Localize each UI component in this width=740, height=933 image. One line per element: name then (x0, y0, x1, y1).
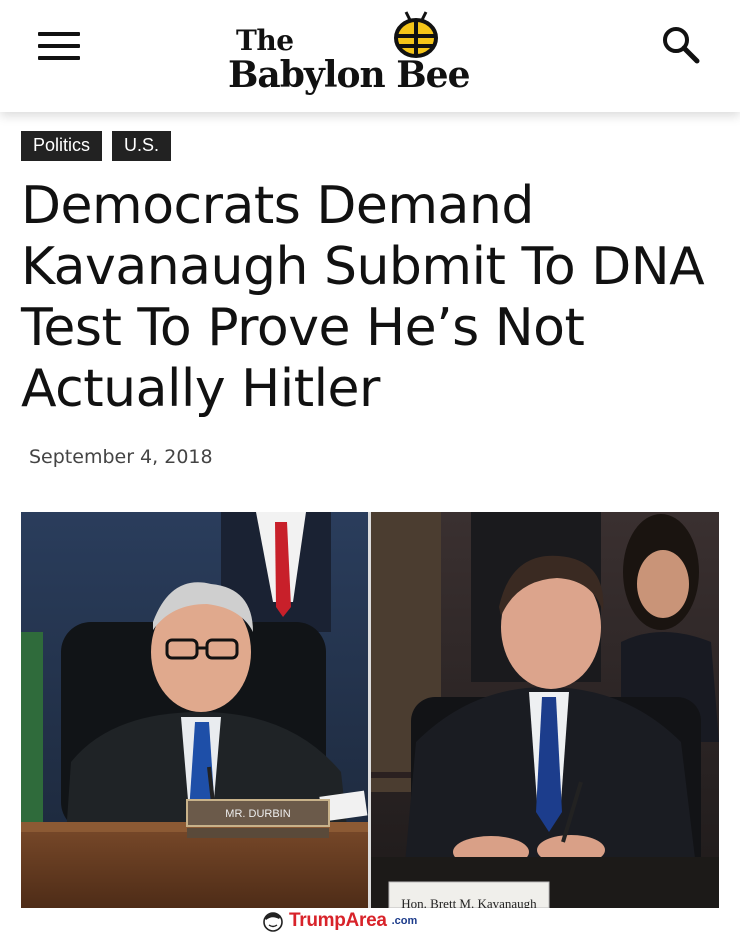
article-photo: MR. DURBIN Hon. Brett M. Kavanaugh (21, 512, 719, 908)
right-photo-panel: Hon. Brett M. Kavanaugh (371, 512, 719, 908)
bee-icon (394, 11, 438, 58)
left-nameplate-text: MR. DURBIN (225, 808, 290, 820)
right-nameplate-text: Hon. Brett M. Kavanaugh (401, 896, 537, 908)
site-logo[interactable]: The Babylon Bee (226, 10, 516, 106)
menu-bar (38, 44, 80, 48)
watermark-brand: TrumpArea (289, 909, 387, 931)
watermark-suffix: .com (391, 914, 418, 927)
trump-face-icon (263, 911, 283, 932)
site-header: The Babylon Bee (0, 0, 740, 112)
left-photo-panel: MR. DURBIN (21, 512, 368, 908)
article-date: September 4, 2018 (29, 446, 213, 468)
hamburger-menu-icon[interactable] (38, 28, 82, 64)
tag-politics[interactable]: Politics (21, 131, 103, 161)
article-headline: Democrats Demand Kavanaugh Submit To DNA… (21, 176, 705, 419)
logo-text-the: The (236, 24, 294, 57)
hearing-photo: MR. DURBIN Hon. Brett M. Kavanaugh (21, 512, 719, 908)
logo-text-babylon-bee: Babylon Bee (228, 54, 470, 96)
category-tags: Politics U.S. (21, 131, 172, 161)
menu-bar (38, 32, 80, 36)
trumparea-watermark: TrumpArea .com (262, 908, 417, 933)
menu-bar (38, 56, 80, 60)
tag-us[interactable]: U.S. (112, 131, 172, 161)
search-icon[interactable] (660, 24, 702, 66)
